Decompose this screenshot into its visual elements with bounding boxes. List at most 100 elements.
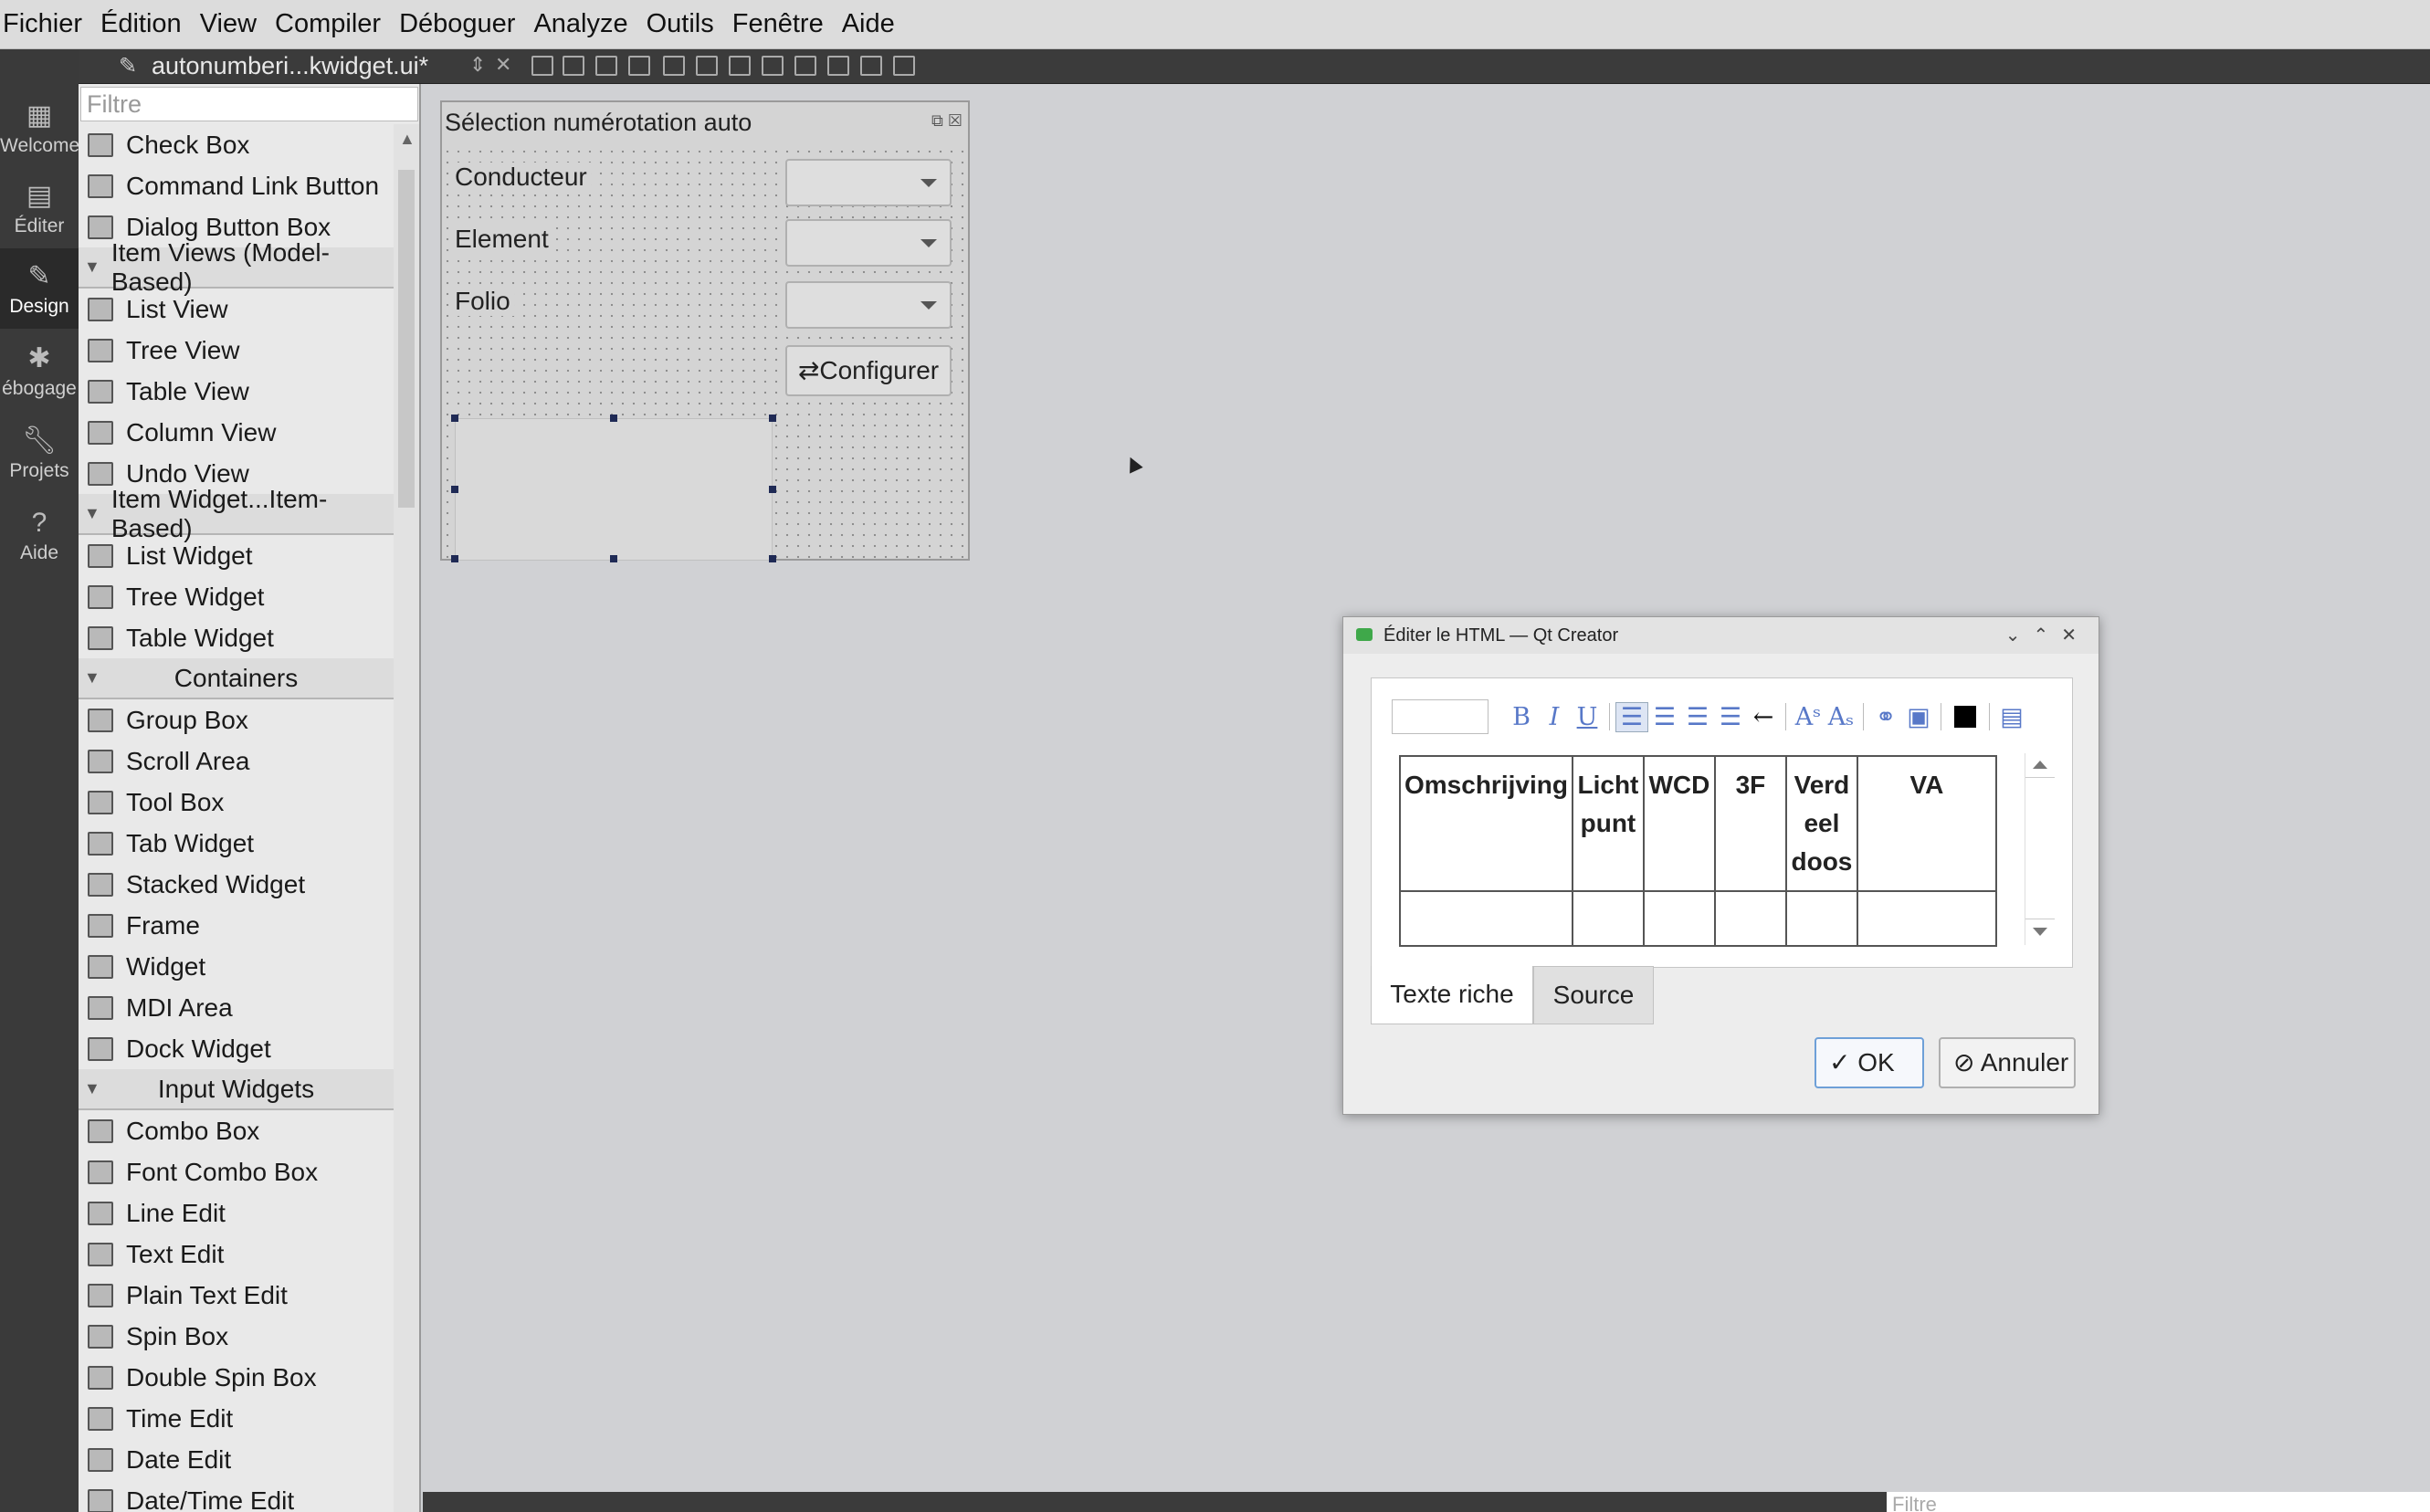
scrollbar-thumb[interactable] [398,170,415,508]
resize-handle[interactable] [451,415,458,422]
window-buttons[interactable]: ⌄⌃✕ [2005,617,2089,654]
element-combo[interactable] [785,219,952,267]
widget-item[interactable]: Plain Text Edit [79,1275,394,1316]
menu-edition[interactable]: Édition [98,9,197,39]
dialog-title-bar[interactable]: Éditer le HTML — Qt Creator ⌄⌃✕ [1343,617,2099,654]
break-layout-icon[interactable] [860,56,882,76]
text-color-swatch[interactable] [1954,706,1976,728]
font-size-combo[interactable] [1392,699,1489,734]
widget-item[interactable]: Date Edit [79,1439,394,1480]
align-center-icon[interactable]: ☰ [1648,703,1681,731]
mode-projects[interactable]: 🔧︎ Projets [0,413,79,493]
layout-horizontal-icon[interactable] [663,56,685,76]
widget-item[interactable]: Check Box [79,124,394,165]
resize-handle[interactable] [769,486,776,493]
splitter-vertical-icon[interactable] [762,56,784,76]
scroll-up-icon[interactable] [2033,761,2047,769]
arrow-left-icon[interactable]: ← [1747,703,1780,731]
resize-handle[interactable] [610,555,617,562]
chevron-down-icon[interactable]: ▼ [84,668,100,688]
align-right-icon[interactable]: ☰ [1681,703,1714,731]
resize-handle[interactable] [451,555,458,562]
widget-item[interactable]: Double Spin Box [79,1357,394,1398]
mode-help[interactable]: ? Aide [0,495,79,575]
layout-form-icon[interactable] [794,56,816,76]
widget-category[interactable]: ▼ Item Widget...Item-Based) [79,485,394,542]
underline-icon[interactable]: U [1571,703,1604,731]
form-window[interactable]: Sélection numérotation auto ⧉ ☒ Conducte… [440,100,970,562]
menu-fenetre[interactable]: Fenêtre [730,9,839,39]
table-cell[interactable] [1856,890,1997,947]
html-table[interactable]: Omschrijving Licht punt WCD 3F Verd eel … [1399,755,1997,947]
table-cell[interactable] [1399,890,1573,947]
document-area[interactable]: Omschrijving Licht punt WCD 3F Verd eel … [1392,753,2031,947]
widget-item[interactable]: Stacked Widget [79,864,394,905]
mode-design[interactable]: ✎ Design [0,248,79,329]
resize-handle[interactable] [610,415,617,422]
mode-edit[interactable]: ▤ Éditer [0,168,79,248]
widget-item[interactable]: Scroll Area [79,740,394,782]
conducteur-combo[interactable] [785,159,952,206]
tab-rich-text[interactable]: Texte riche [1371,966,1533,1024]
widget-item[interactable]: Widget [79,946,394,987]
configure-button[interactable]: ⇄Configurer [785,345,952,396]
layout-grid-icon[interactable] [827,56,849,76]
menu-aide[interactable]: Aide [839,9,910,39]
widget-item[interactable]: Tab Widget [79,823,394,864]
edit-tab-order-icon[interactable] [628,56,650,76]
form-window-buttons[interactable]: ⧉ ☒ [931,111,963,131]
widget-item[interactable]: Tree Widget [79,576,394,617]
subscript-icon[interactable]: Aₛ [1825,703,1857,731]
folio-combo[interactable] [785,281,952,329]
menu-view[interactable]: View [197,9,272,39]
widget-item[interactable]: Group Box [79,699,394,740]
tab-source[interactable]: Source [1533,966,1654,1024]
widget-item[interactable]: Combo Box [79,1110,394,1151]
widget-category[interactable]: ▼ Item Views (Model-Based) [79,238,394,296]
insert-link-icon[interactable]: ⚭ [1869,703,1902,731]
widget-item[interactable]: Tree View [79,330,394,371]
edit-buddies-icon[interactable] [595,56,617,76]
adjust-size-icon[interactable] [893,56,915,76]
table-cell[interactable] [1784,890,1858,947]
layout-vertical-icon[interactable] [696,56,718,76]
widget-item[interactable]: Text Edit [79,1234,394,1275]
open-file-name[interactable]: autonumberi...kwidget.ui* [152,52,428,80]
mode-welcome[interactable]: ▦ Welcome [0,88,79,168]
scroll-up-icon[interactable]: ▲ [399,130,416,149]
widget-item[interactable]: Table View [79,371,394,412]
close-file-icon[interactable]: ✕ [495,53,511,77]
mode-debug[interactable]: ✱ ébogage [0,331,79,411]
table-cell[interactable] [1713,890,1787,947]
menu-deboguer[interactable]: Déboguer [396,9,531,39]
chevron-down-icon[interactable]: ▼ [84,1079,100,1098]
widget-item[interactable]: MDI Area [79,987,394,1028]
file-switch-icon[interactable]: ⇕ [469,53,486,77]
widget-category[interactable]: ▼ Input Widgets [79,1069,394,1110]
menu-outils[interactable]: Outils [644,9,730,39]
widget-item[interactable]: Dock Widget [79,1028,394,1069]
chevron-down-icon[interactable]: ▼ [84,257,100,277]
widget-filter-input[interactable]: Filtre [80,87,418,121]
widget-category[interactable]: ▼ Containers [79,658,394,699]
scroll-down-icon[interactable] [2033,928,2047,936]
edit-signals-icon[interactable] [563,56,584,76]
selected-label-widget[interactable] [455,418,773,561]
table-cell[interactable] [1642,890,1716,947]
widget-item[interactable]: Date/Time Edit [79,1480,394,1512]
widget-item[interactable]: Time Edit [79,1398,394,1439]
simplify-html-icon[interactable]: ▤ [1995,703,2028,731]
widget-item[interactable]: Frame [79,905,394,946]
widget-item[interactable]: Spin Box [79,1316,394,1357]
resize-handle[interactable] [769,555,776,562]
menu-analyze[interactable]: Analyze [531,9,643,39]
resize-handle[interactable] [769,415,776,422]
cancel-button[interactable]: ⊘ Annuler [1939,1037,2076,1088]
menu-compiler[interactable]: Compiler [272,9,396,39]
widget-item[interactable]: Font Combo Box [79,1151,394,1192]
insert-image-icon[interactable]: ▣ [1902,703,1935,731]
resize-handle[interactable] [451,486,458,493]
align-left-icon[interactable]: ☰ [1615,701,1648,732]
menu-fichier[interactable]: Fichier [0,9,98,39]
widget-item[interactable]: Column View [79,412,394,453]
